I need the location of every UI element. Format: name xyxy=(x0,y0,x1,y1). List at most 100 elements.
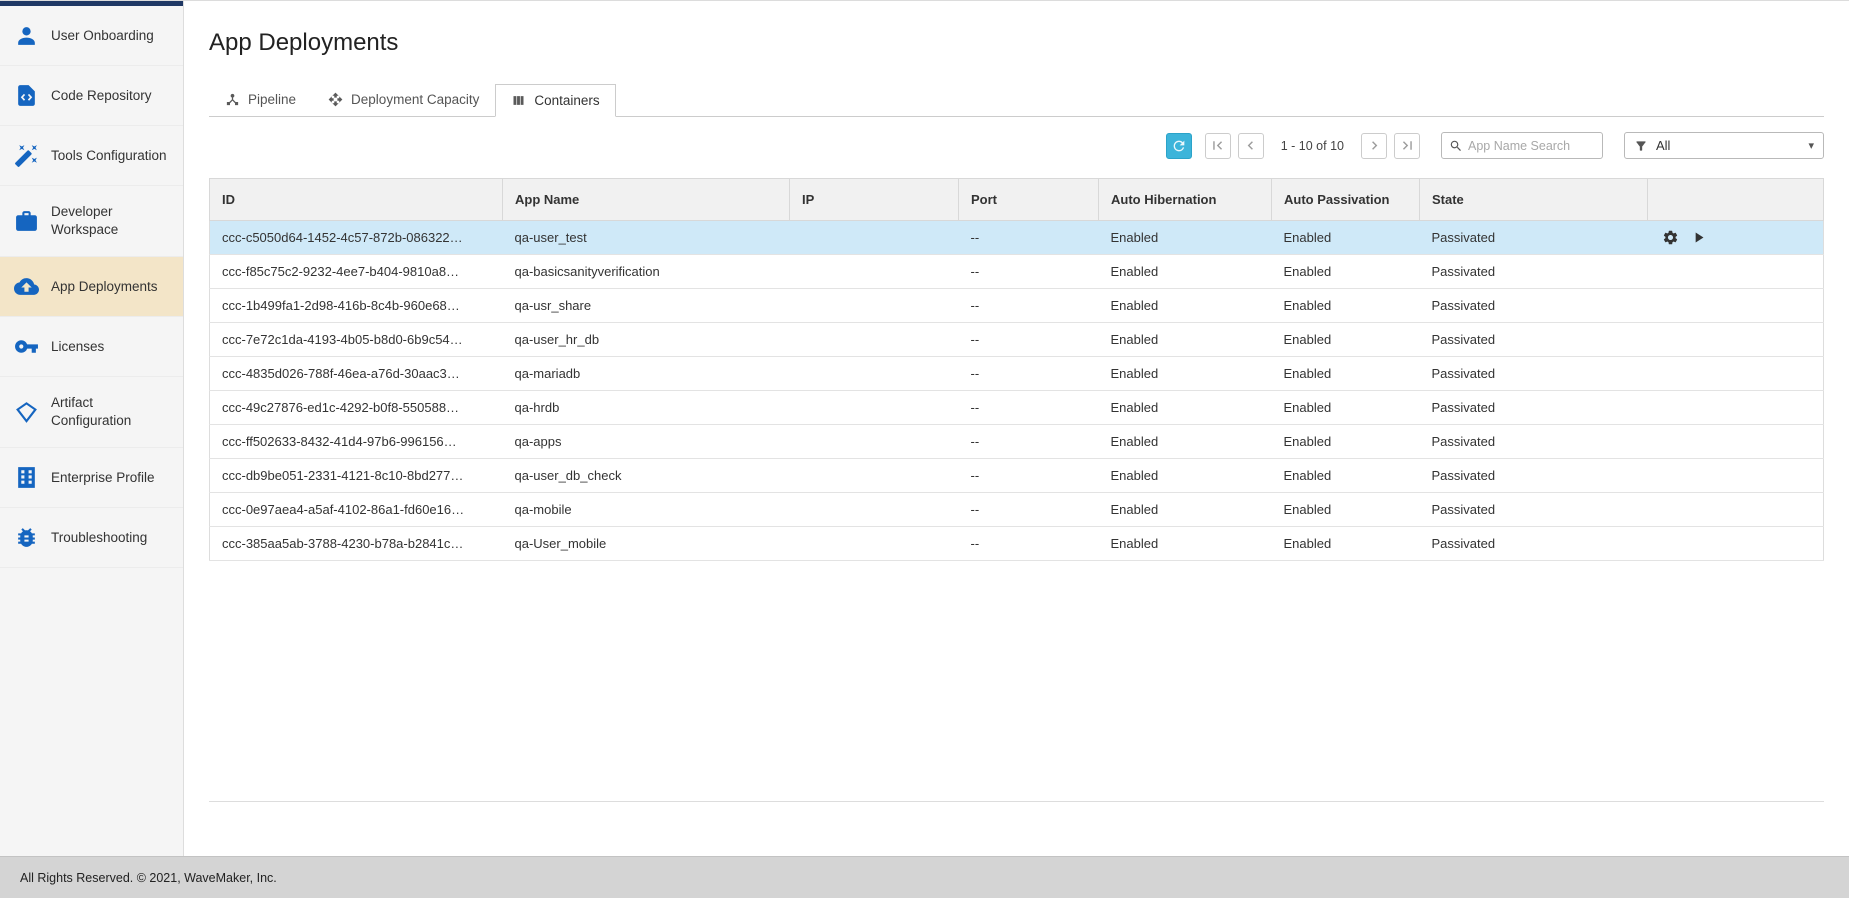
refresh-button[interactable] xyxy=(1166,133,1192,159)
cell: ccc-385aa5ab-3788-4230-b78a-b2841c… xyxy=(210,527,503,561)
cell: Enabled xyxy=(1099,255,1272,289)
cell: qa-usr_share xyxy=(503,289,790,323)
table-row[interactable]: ccc-1b499fa1-2d98-416b-8c4b-960e68…qa-us… xyxy=(210,289,1824,323)
cell: Enabled xyxy=(1272,289,1420,323)
table-row[interactable]: ccc-ff502633-8432-41d4-97b6-996156…qa-ap… xyxy=(210,425,1824,459)
next-page-button[interactable] xyxy=(1361,133,1387,159)
deployment-capacity-icon xyxy=(328,92,343,107)
cell: -- xyxy=(959,357,1099,391)
containers-panel: 1 - 10 of 10 xyxy=(209,117,1824,802)
cell: -- xyxy=(959,391,1099,425)
page-title: App Deployments xyxy=(209,29,1824,57)
sidebar-item-app-deployments[interactable]: App Deployments xyxy=(0,257,183,317)
cell: Enabled xyxy=(1099,221,1272,255)
column-header: Port xyxy=(959,179,1099,221)
sidebar-item-label: Artifact Configuration xyxy=(51,394,175,430)
table-row[interactable]: ccc-49c27876-ed1c-4292-b0f8-550588…qa-hr… xyxy=(210,391,1824,425)
cell: Enabled xyxy=(1099,527,1272,561)
last-page-icon xyxy=(1399,137,1416,154)
tab-bar: Pipeline Deployment Capacity Containers xyxy=(209,83,1824,117)
cell: ccc-c5050d64-1452-4c57-872b-086322… xyxy=(210,221,503,255)
cell: Passivated xyxy=(1420,255,1648,289)
cell: Passivated xyxy=(1420,323,1648,357)
first-page-button[interactable] xyxy=(1205,133,1231,159)
table-row[interactable]: ccc-f85c75c2-9232-4ee7-b404-9810a8…qa-ba… xyxy=(210,255,1824,289)
containers-table: IDApp NameIPPortAuto HibernationAuto Pas… xyxy=(209,178,1824,561)
cell: -- xyxy=(959,255,1099,289)
user-icon xyxy=(14,23,39,48)
sidebar-item-label: App Deployments xyxy=(51,278,158,296)
sidebar-item-enterprise-profile[interactable]: Enterprise Profile xyxy=(0,448,183,508)
tab-label: Pipeline xyxy=(248,92,296,107)
sidebar-item-label: Troubleshooting xyxy=(51,529,147,547)
cell: Enabled xyxy=(1272,255,1420,289)
cell xyxy=(790,357,959,391)
settings-icon[interactable] xyxy=(1662,229,1679,246)
sidebar-item-label: Developer Workspace xyxy=(51,203,175,239)
app-window: User Onboarding Code Repository Tools Conf… xyxy=(0,0,1849,898)
cell: -- xyxy=(959,493,1099,527)
cell xyxy=(790,493,959,527)
code-icon xyxy=(14,83,39,108)
sidebar-item-troubleshooting[interactable]: Troubleshooting xyxy=(0,508,183,568)
table-row[interactable]: ccc-c5050d64-1452-4c57-872b-086322…qa-us… xyxy=(210,221,1824,255)
sidebar-item-label: Licenses xyxy=(51,338,104,356)
sidebar: User Onboarding Code Repository Tools Conf… xyxy=(0,1,184,856)
cell: Passivated xyxy=(1420,221,1648,255)
table-row[interactable]: ccc-0e97aea4-a5af-4102-86a1-fd60e16…qa-m… xyxy=(210,493,1824,527)
cell: qa-basicsanityverification xyxy=(503,255,790,289)
cell xyxy=(790,459,959,493)
cell: Enabled xyxy=(1099,323,1272,357)
cell: Enabled xyxy=(1272,527,1420,561)
tab-containers[interactable]: Containers xyxy=(495,84,615,117)
diamond-icon xyxy=(14,400,39,425)
pagination-status: 1 - 10 of 10 xyxy=(1281,139,1344,153)
sidebar-item-user-onboarding[interactable]: User Onboarding xyxy=(0,6,183,66)
sidebar-item-label: Code Repository xyxy=(51,87,152,105)
table-row[interactable]: ccc-7e72c1da-4193-4b05-b8d0-6b9c54…qa-us… xyxy=(210,323,1824,357)
cell: -- xyxy=(959,323,1099,357)
cell: ccc-4835d026-788f-46ea-a76d-30aac3… xyxy=(210,357,503,391)
filter-icon xyxy=(1634,139,1648,153)
cell xyxy=(790,289,959,323)
cell: Enabled xyxy=(1272,391,1420,425)
sidebar-item-tools-configuration[interactable]: Tools Configuration xyxy=(0,126,183,186)
toolbar: 1 - 10 of 10 xyxy=(209,132,1824,159)
sidebar-item-developer-workspace[interactable]: Developer Workspace xyxy=(0,186,183,257)
column-header: App Name xyxy=(503,179,790,221)
chevron-right-icon xyxy=(1366,137,1383,154)
sidebar-item-code-repository[interactable]: Code Repository xyxy=(0,66,183,126)
row-actions xyxy=(1648,391,1824,425)
table-row[interactable]: ccc-4835d026-788f-46ea-a76d-30aac3…qa-ma… xyxy=(210,357,1824,391)
cell: Enabled xyxy=(1099,425,1272,459)
column-header: Auto Passivation xyxy=(1272,179,1420,221)
sidebar-item-artifact-configuration[interactable]: Artifact Configuration xyxy=(0,377,183,448)
state-filter-dropdown[interactable]: All ▾ xyxy=(1624,132,1824,159)
tab-deployment-capacity[interactable]: Deployment Capacity xyxy=(312,83,495,116)
prev-page-button[interactable] xyxy=(1238,133,1264,159)
table-body: ccc-c5050d64-1452-4c57-872b-086322…qa-us… xyxy=(210,221,1824,561)
tab-pipeline[interactable]: Pipeline xyxy=(209,83,312,116)
cell: Enabled xyxy=(1272,221,1420,255)
run-icon[interactable] xyxy=(1690,229,1707,246)
cell: qa-mariadb xyxy=(503,357,790,391)
cell: Enabled xyxy=(1099,459,1272,493)
cell: ccc-1b499fa1-2d98-416b-8c4b-960e68… xyxy=(210,289,503,323)
last-page-button[interactable] xyxy=(1394,133,1420,159)
sidebar-item-licenses[interactable]: Licenses xyxy=(0,317,183,377)
pipeline-icon xyxy=(225,92,240,107)
search-input[interactable] xyxy=(1468,139,1595,153)
cell: ccc-db9be051-2331-4121-8c10-8bd277… xyxy=(210,459,503,493)
sidebar-item-label: Tools Configuration xyxy=(51,147,167,165)
first-page-icon xyxy=(1209,137,1226,154)
cell: qa-apps xyxy=(503,425,790,459)
row-actions xyxy=(1648,527,1824,561)
cell xyxy=(790,323,959,357)
table-row[interactable]: ccc-385aa5ab-3788-4230-b78a-b2841c…qa-Us… xyxy=(210,527,1824,561)
sidebar-item-label: User Onboarding xyxy=(51,27,154,45)
tab-label: Deployment Capacity xyxy=(351,92,479,107)
cell xyxy=(790,391,959,425)
table-row[interactable]: ccc-db9be051-2331-4121-8c10-8bd277…qa-us… xyxy=(210,459,1824,493)
cell: qa-user_db_check xyxy=(503,459,790,493)
chevron-down-icon: ▾ xyxy=(1808,139,1814,152)
